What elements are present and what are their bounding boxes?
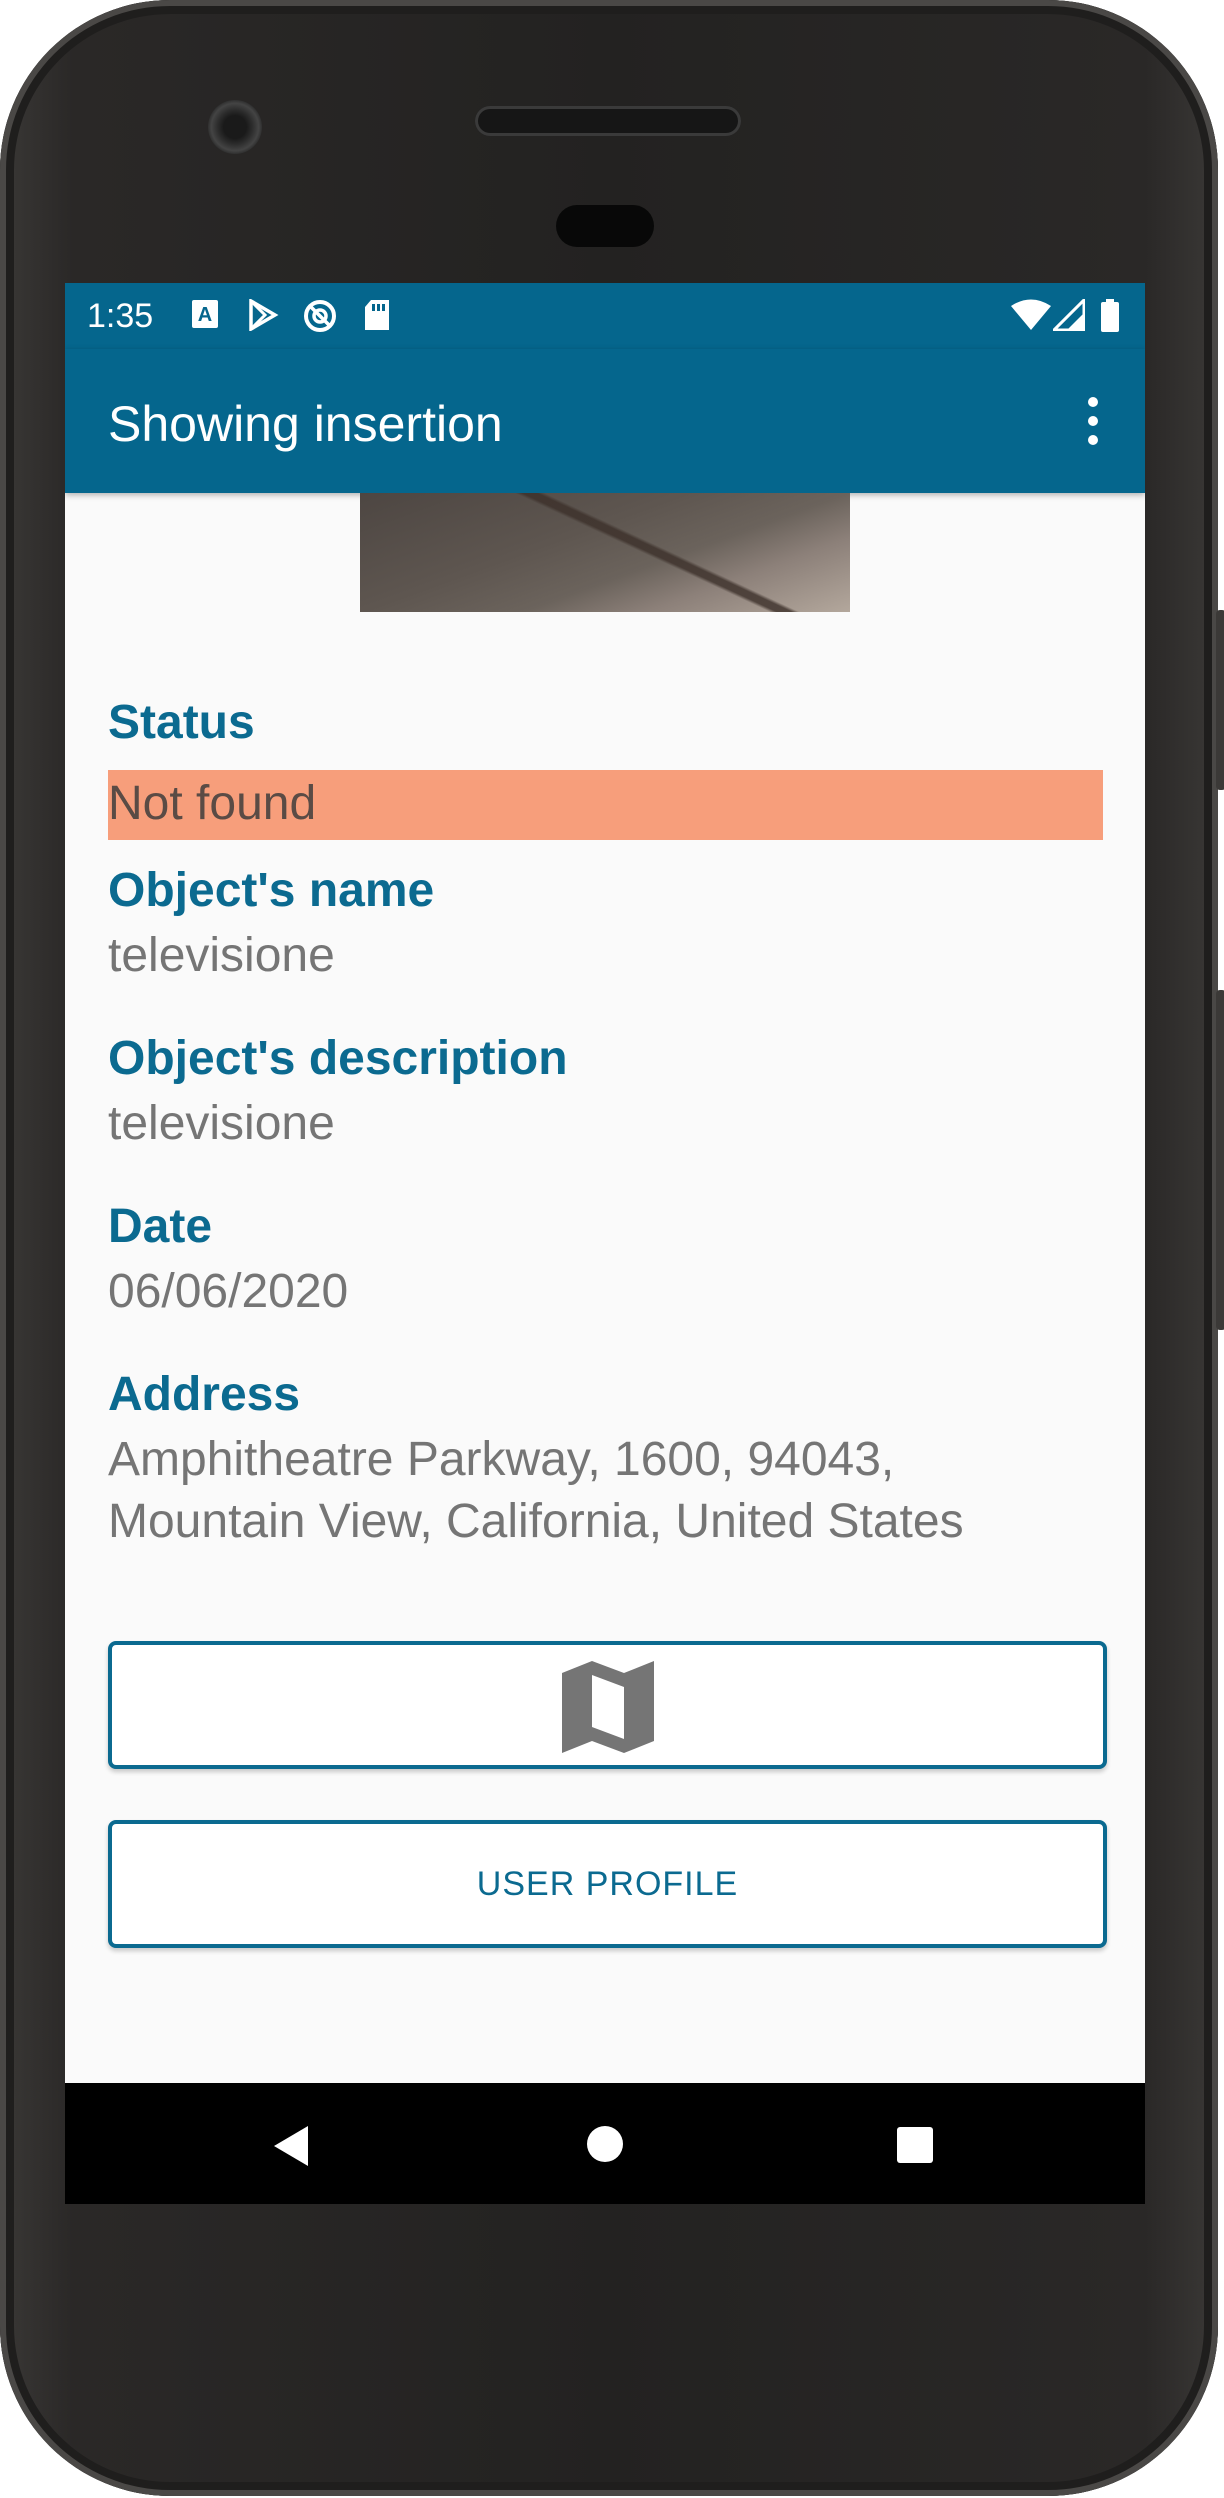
front-camera [208, 100, 262, 154]
object-name-value: televisione [108, 929, 335, 982]
status-label: Status [108, 696, 255, 749]
status-bar: 1:35 A [65, 283, 1145, 349]
more-vert-icon[interactable] [1083, 397, 1103, 445]
play-store-icon [249, 299, 279, 331]
svg-text:A: A [198, 304, 212, 326]
map-icon [562, 1661, 654, 1753]
battery-icon [1101, 299, 1119, 332]
address-line-1: Amphitheatre Parkway, 1600, 94043, [108, 1433, 895, 1486]
volume-button [1216, 610, 1224, 790]
object-photo [360, 493, 850, 612]
user-profile-label: USER PROFILE [476, 1864, 739, 1903]
sd-card-icon [365, 300, 389, 330]
phone-frame: 1:35 A Showing insertion Status Not foun… [0, 0, 1224, 2496]
back-icon[interactable] [272, 2125, 310, 2167]
date-value: 06/06/2020 [108, 1265, 349, 1318]
app-title: Showing insertion [108, 396, 503, 452]
object-description-label: Object's description [108, 1032, 568, 1085]
date-label: Date [108, 1200, 213, 1253]
status-time: 1:35 [87, 297, 154, 335]
app-bar: Showing insertion [65, 349, 1145, 493]
earpiece-speaker [475, 106, 741, 136]
screen: 1:35 A Showing insertion Status Not foun… [65, 283, 1145, 2204]
status-badge: Not found [108, 770, 1103, 840]
address-line-2: Mountain View, California, United States [108, 1495, 964, 1548]
object-description-value: televisione [108, 1097, 335, 1150]
map-button[interactable] [108, 1641, 1107, 1769]
signal-icon [1053, 299, 1085, 331]
object-name-label: Object's name [108, 864, 435, 917]
power-button [1216, 990, 1224, 1330]
navigation-bar [65, 2083, 1145, 2204]
status-value: Not found [108, 777, 317, 830]
at-sign-icon [304, 300, 336, 332]
address-label: Address [108, 1368, 301, 1421]
proximity-sensor [556, 205, 654, 247]
recents-icon[interactable] [897, 2127, 933, 2163]
user-profile-button[interactable]: USER PROFILE [108, 1820, 1107, 1948]
font-icon: A [192, 300, 218, 328]
home-icon[interactable] [586, 2125, 624, 2163]
wifi-icon [1011, 299, 1051, 330]
